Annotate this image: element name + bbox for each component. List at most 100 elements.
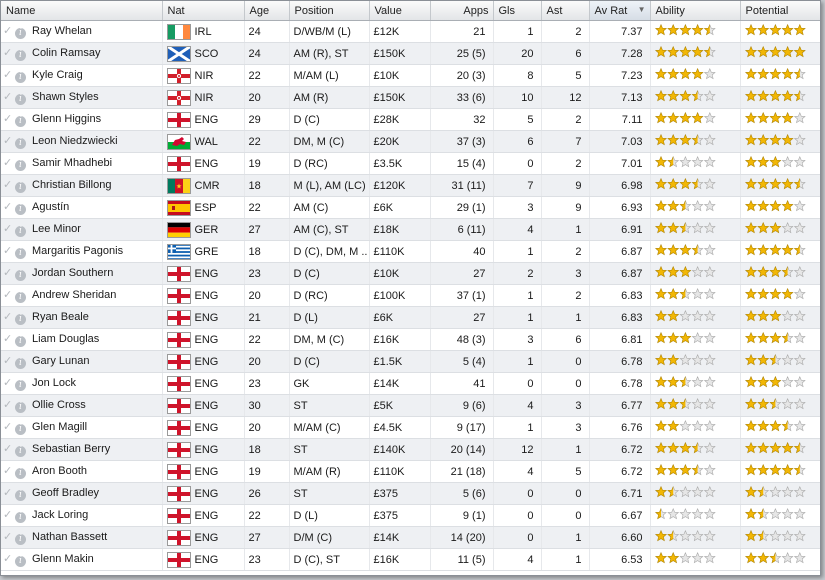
info-icon[interactable]: i (15, 160, 26, 171)
header-age[interactable]: Age (244, 1, 290, 21)
player-row[interactable]: ✓ i Lee Minor GER 27 AM (C), ST £18K 6 (11) 4 1 6.… (1, 218, 820, 241)
info-icon[interactable]: i (15, 72, 26, 83)
info-icon[interactable]: i (15, 226, 26, 237)
checkmark-icon[interactable]: ✓ (3, 332, 13, 345)
checkmark-icon[interactable]: ✓ (3, 420, 13, 433)
header-name[interactable]: Name (1, 1, 163, 21)
player-row[interactable]: ✓ i Gary Lunan ENG 20 D (C) £1.5K 5 (4) 1 0 6.78 (1, 350, 820, 373)
info-icon[interactable]: i (15, 28, 26, 39)
header-gls[interactable]: Gls (493, 1, 542, 21)
player-row[interactable]: ✓ i Leon Niedzwiecki WAL 22 DM, M (C) £20K 37 (… (1, 130, 820, 153)
info-icon[interactable]: i (15, 556, 26, 567)
player-name[interactable]: Jordan Southern (32, 267, 113, 279)
player-name-cell[interactable]: ✓ i Colin Ramsay (1, 42, 163, 65)
player-name-cell[interactable]: ✓ i Aron Booth (1, 460, 163, 483)
player-name[interactable]: Ollie Cross (32, 399, 86, 411)
checkmark-icon[interactable]: ✓ (3, 266, 13, 279)
player-name[interactable]: Lee Minor (32, 223, 81, 235)
header-av-rat[interactable]: Av Rat ▼ (589, 1, 651, 21)
info-icon[interactable]: i (15, 358, 26, 369)
info-icon[interactable]: i (15, 490, 26, 501)
player-row[interactable]: ✓ i Agustín ESP 22 AM (C) £6K 29 (1) 3 9 6.93 (1, 196, 820, 219)
player-row[interactable]: ✓ i Andrew Sheridan ENG 20 D (RC) £100K 37 (1) 1… (1, 284, 820, 307)
info-icon[interactable]: i (15, 94, 26, 105)
player-name-cell[interactable]: ✓ i Ollie Cross (1, 394, 163, 417)
info-icon[interactable]: i (15, 336, 26, 347)
player-name-cell[interactable]: ✓ i Nathan Bassett (1, 526, 163, 549)
info-icon[interactable]: i (15, 534, 26, 545)
player-name[interactable]: Kyle Craig (32, 69, 83, 81)
player-name-cell[interactable]: ✓ i Geoff Bradley (1, 482, 163, 505)
header-value[interactable]: Value (369, 1, 431, 21)
header-ability[interactable]: Ability (650, 1, 741, 21)
checkmark-icon[interactable]: ✓ (3, 486, 13, 499)
player-row[interactable]: ✓ i Kyle Craig NIR 22 M/AM (L) £10K 20 (3) 8 5 7.2… (1, 64, 820, 87)
header-nat[interactable]: Nat (162, 1, 245, 21)
info-icon[interactable]: i (15, 314, 26, 325)
player-row[interactable]: ✓ i Sebastian Berry ENG 18 ST £140K 20 (14) 12 1 6… (1, 438, 820, 461)
info-icon[interactable]: i (15, 270, 26, 281)
player-row[interactable]: ✓ i Ray Whelan IRL 24 D/WB/M (L) £12K 21 1 2 7.37 (1, 20, 820, 43)
checkmark-icon[interactable]: ✓ (3, 552, 13, 565)
player-name[interactable]: Colin Ramsay (32, 47, 100, 59)
checkmark-icon[interactable]: ✓ (3, 244, 13, 257)
player-name-cell[interactable]: ✓ i Jon Lock (1, 372, 163, 395)
info-icon[interactable]: i (15, 116, 26, 127)
info-icon[interactable]: i (15, 446, 26, 457)
player-name[interactable]: Liam Douglas (32, 333, 99, 345)
player-name[interactable]: Nathan Bassett (32, 531, 107, 543)
player-name-cell[interactable]: ✓ i Kyle Craig (1, 64, 163, 87)
player-row[interactable]: ✓ i Margaritis Pagonis GRE 18 D (C), DM, M ..… (1, 240, 820, 263)
info-icon[interactable]: i (15, 138, 26, 149)
player-name[interactable]: Gary Lunan (32, 355, 89, 367)
player-row[interactable]: ✓ i Liam Douglas ENG 22 DM, M (C) £16K 48 (3) 3 6… (1, 328, 820, 351)
player-row[interactable]: ✓ i Geoff Bradley ENG 26 ST £375 5 (6) 0 0 6.71 (1, 482, 820, 505)
player-name[interactable]: Glen Magill (32, 421, 87, 433)
player-name[interactable]: Sebastian Berry (32, 443, 110, 455)
player-name-cell[interactable]: ✓ i Glenn Higgins (1, 108, 163, 131)
player-name[interactable]: Glenn Makin (32, 553, 94, 565)
header-position[interactable]: Position (289, 1, 370, 21)
checkmark-icon[interactable]: ✓ (3, 464, 13, 477)
info-icon[interactable]: i (15, 50, 26, 61)
player-name[interactable]: Agustín (32, 201, 69, 213)
checkmark-icon[interactable]: ✓ (3, 508, 13, 521)
info-icon[interactable]: i (15, 468, 26, 479)
checkmark-icon[interactable]: ✓ (3, 90, 13, 103)
checkmark-icon[interactable]: ✓ (3, 288, 13, 301)
player-name-cell[interactable]: ✓ i Jack Loring (1, 504, 163, 527)
player-name[interactable]: Christian Billong (32, 179, 111, 191)
player-name[interactable]: Ray Whelan (32, 25, 92, 37)
player-name-cell[interactable]: ✓ i Jordan Southern (1, 262, 163, 285)
player-row[interactable]: ✓ i Jon Lock ENG 23 GK £14K 41 0 0 6.78 (1, 372, 820, 395)
checkmark-icon[interactable]: ✓ (3, 354, 13, 367)
player-name[interactable]: Geoff Bradley (32, 487, 99, 499)
player-row[interactable]: ✓ i Ryan Beale ENG 21 D (L) £6K 27 1 1 6.83 (1, 306, 820, 329)
player-name-cell[interactable]: ✓ i Andrew Sheridan (1, 284, 163, 307)
player-row[interactable]: ✓ i Glenn Higgins ENG 29 D (C) £28K 32 5 2 7.11 (1, 108, 820, 131)
info-icon[interactable]: i (15, 380, 26, 391)
checkmark-icon[interactable]: ✓ (3, 24, 13, 37)
player-name-cell[interactable]: ✓ i Glen Magill (1, 416, 163, 439)
player-row[interactable]: ✓ i Glen Magill ENG 20 M/AM (C) £4.5K 9 (17) 1 3 6… (1, 416, 820, 439)
player-row[interactable]: ✓ i Ollie Cross ENG 30 ST £5K 9 (6) 4 3 6.77 (1, 394, 820, 417)
info-icon[interactable]: i (15, 292, 26, 303)
checkmark-icon[interactable]: ✓ (3, 442, 13, 455)
info-icon[interactable]: i (15, 182, 26, 193)
player-row[interactable]: ✓ i Shawn Styles NIR 20 AM (R) £150K 33 (6) 10 12… (1, 86, 820, 109)
player-name[interactable]: Leon Niedzwiecki (32, 135, 118, 147)
player-row[interactable]: ✓ i Glenn Makin ENG 23 D (C), ST £16K 11 (5) 4 1 6… (1, 548, 820, 571)
player-name-cell[interactable]: ✓ i Margaritis Pagonis (1, 240, 163, 263)
player-name[interactable]: Jack Loring (32, 509, 88, 521)
checkmark-icon[interactable]: ✓ (3, 68, 13, 81)
header-potential[interactable]: Potential (740, 1, 820, 21)
checkmark-icon[interactable]: ✓ (3, 222, 13, 235)
player-row[interactable]: ✓ i Jack Loring ENG 22 D (L) £375 9 (1) 0 0 6.67 (1, 504, 820, 527)
player-row[interactable]: ✓ i Colin Ramsay SCO 24 AM (R), ST £150K 25 (5)… (1, 42, 820, 65)
player-row[interactable]: ✓ i Aron Booth ENG 19 M/AM (R) £110K 21 (18) 4 5 6… (1, 460, 820, 483)
header-ast[interactable]: Ast (541, 1, 590, 21)
checkmark-icon[interactable]: ✓ (3, 376, 13, 389)
player-name[interactable]: Andrew Sheridan (32, 289, 116, 301)
checkmark-icon[interactable]: ✓ (3, 156, 13, 169)
checkmark-icon[interactable]: ✓ (3, 310, 13, 323)
